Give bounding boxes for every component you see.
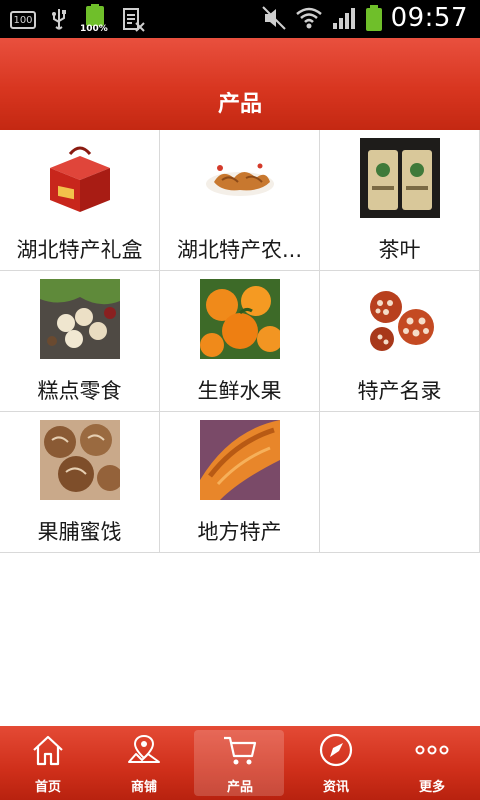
oranges-image (200, 279, 280, 359)
category-label: 生鲜水果 (197, 379, 282, 403)
category-tile[interactable]: 湖北特产农... (160, 130, 320, 271)
bottom-navigation: 首页 商铺 产品 资讯 更多 (0, 726, 480, 800)
category-tile[interactable]: 生鲜水果 (160, 271, 320, 412)
tea-bags-image (360, 138, 440, 218)
nav-shops[interactable]: 商铺 (96, 726, 192, 800)
compass-icon (319, 733, 353, 767)
category-tile[interactable]: 茶叶 (320, 130, 480, 271)
nav-label: 商铺 (130, 780, 157, 795)
page-title: 产品 (217, 92, 262, 117)
nav-news[interactable]: 资讯 (288, 726, 384, 800)
category-tile[interactable]: 特产名录 (320, 271, 480, 412)
braised-meat-image (200, 138, 280, 218)
category-tile[interactable]: 糕点零食 (0, 271, 160, 412)
category-label: 特产名录 (357, 379, 442, 403)
mute-icon (261, 6, 286, 30)
nav-label: 首页 (34, 780, 61, 795)
product-category-grid: 湖北特产礼盒 湖北特产农... 茶叶 糕点零食 生鲜水果 特产名录 果脯蜜饯 地… (0, 130, 480, 553)
category-label: 湖北特产农... (176, 238, 303, 262)
battery-small-label: 100% (80, 24, 108, 34)
local-specialty-image (200, 420, 280, 500)
category-label: 地方特产 (197, 520, 282, 544)
storage-indicator-icon: 100 (10, 11, 36, 29)
empty-tile (320, 412, 480, 553)
keyboard-input-icon (123, 8, 145, 32)
gift-box-image (40, 138, 120, 218)
home-icon (33, 735, 63, 766)
nav-more[interactable]: 更多 (384, 726, 480, 800)
more-icon (415, 745, 449, 755)
dried-fruit-image (40, 420, 120, 500)
cart-icon (224, 736, 257, 765)
category-label: 糕点零食 (37, 379, 122, 403)
category-label: 果脯蜜饯 (37, 520, 122, 544)
wifi-icon (295, 7, 322, 29)
nav-home[interactable]: 首页 (0, 726, 96, 800)
map-shop-icon (128, 734, 160, 763)
nav-label: 更多 (418, 780, 445, 795)
battery-small-icon: 100% (80, 4, 108, 34)
category-tile[interactable]: 湖北特产礼盒 (0, 130, 160, 271)
pastry-snacks-image (40, 279, 120, 359)
app-header: 产品 (0, 38, 480, 130)
category-label: 湖北特产礼盒 (16, 238, 143, 262)
category-tile[interactable]: 果脯蜜饯 (0, 412, 160, 553)
category-tile[interactable]: 地方特产 (160, 412, 320, 553)
category-label: 茶叶 (378, 238, 421, 262)
signal-icon (332, 8, 355, 29)
battery-icon (365, 5, 382, 31)
nav-label: 资讯 (322, 780, 349, 795)
lotus-root-image (360, 279, 440, 359)
usb-icon (52, 9, 66, 30)
clock: 09:57 (390, 3, 468, 33)
nav-label: 产品 (226, 780, 253, 795)
status-bar: 100 100% 09:57 (0, 0, 480, 38)
nav-products[interactable]: 产品 (192, 726, 288, 800)
